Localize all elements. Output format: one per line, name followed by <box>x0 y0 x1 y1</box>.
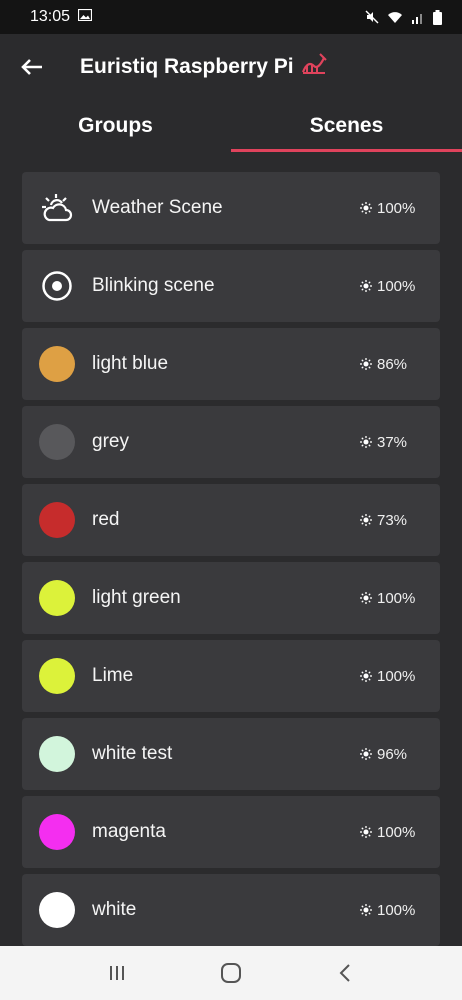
brightness-value: 100% <box>377 667 416 685</box>
scene-name: grey <box>92 431 129 452</box>
scene-brightness: 100% <box>360 200 440 217</box>
recents-icon <box>110 966 124 980</box>
page-title: Euristiq Raspberry Pi <box>80 52 328 82</box>
scene-item-magenta[interactable]: magenta 100% <box>22 796 440 868</box>
sun-icon <box>360 904 372 916</box>
color-swatch <box>39 892 75 928</box>
scene-name: Blinking scene <box>92 275 215 296</box>
sun-icon <box>360 436 372 448</box>
scene-name: red <box>92 509 120 530</box>
brightness-value: 37% <box>377 433 408 451</box>
sun-icon <box>360 670 372 682</box>
brightness-value: 100% <box>377 199 416 217</box>
scene-name: Lime <box>92 665 134 686</box>
brightness-value: 73% <box>377 511 408 529</box>
blinking-icon <box>42 271 72 301</box>
status-time: 13:05 <box>30 8 71 25</box>
brightness-value: 100% <box>377 901 416 919</box>
battery-icon <box>433 9 442 25</box>
home-button[interactable] <box>211 953 251 993</box>
tab-groups[interactable]: Groups <box>0 100 231 152</box>
scene-item-grey[interactable]: grey 37% <box>22 406 440 478</box>
color-swatch <box>39 580 75 616</box>
scene-item-white-test[interactable]: white test 96% <box>22 718 440 790</box>
app-bar: Euristiq Raspberry Pi <box>0 34 462 100</box>
color-swatch <box>39 814 75 850</box>
sun-icon <box>360 826 372 838</box>
scene-item-white[interactable]: white 100% <box>22 874 440 946</box>
color-swatch <box>39 346 75 382</box>
color-swatch <box>39 658 75 694</box>
mute-icon <box>365 10 379 24</box>
color-swatch <box>39 424 75 460</box>
scene-item-light-blue[interactable]: light blue 86% <box>22 328 440 400</box>
system-nav-bar <box>0 946 462 1000</box>
scene-name: white test <box>92 743 173 764</box>
scene-name: light blue <box>92 353 169 374</box>
wifi-icon <box>387 11 403 24</box>
sun-icon <box>360 514 372 526</box>
back-nav-button[interactable] <box>325 953 365 993</box>
signal-icon <box>411 11 425 24</box>
color-swatch <box>39 502 75 538</box>
scene-item-red[interactable]: red 73% <box>22 484 440 556</box>
sun-icon <box>360 358 372 370</box>
recents-button[interactable] <box>97 953 137 993</box>
scene-brightness: 100% <box>360 590 440 607</box>
sun-icon <box>360 280 372 292</box>
brightness-value: 100% <box>377 277 416 295</box>
scene-item-weather[interactable]: Weather Scene 100% <box>22 172 440 244</box>
weather-icon <box>42 194 73 222</box>
color-swatch <box>39 736 75 772</box>
sun-icon <box>360 592 372 604</box>
scene-item-blinking[interactable]: Blinking scene 100% <box>22 250 440 322</box>
brightness-value: 96% <box>377 745 408 763</box>
brightness-value: 100% <box>377 823 416 841</box>
bridge-name: Euristiq Raspberry Pi <box>80 55 294 78</box>
scene-brightness: 100% <box>360 824 440 841</box>
brightness-value: 86% <box>377 355 408 373</box>
scene-item-lime[interactable]: Lime 100% <box>22 640 440 712</box>
home-icon <box>221 963 241 983</box>
brightness-value: 100% <box>377 589 416 607</box>
tab-bar: Groups Scenes <box>0 100 462 152</box>
back-button[interactable] <box>0 34 64 100</box>
scene-name: light green <box>92 587 181 608</box>
image-notification-icon <box>77 8 93 26</box>
scene-brightness: 100% <box>360 278 440 295</box>
scene-brightness: 37% <box>360 434 440 451</box>
tab-scenes[interactable]: Scenes <box>231 100 462 152</box>
sun-icon <box>360 202 372 214</box>
arrow-left-icon <box>21 59 42 75</box>
scene-name: white <box>92 899 137 920</box>
scene-item-light-green[interactable]: light green 100% <box>22 562 440 634</box>
scene-brightness: 100% <box>360 668 440 685</box>
scene-name: magenta <box>92 821 166 842</box>
scene-name: Weather Scene <box>92 197 223 218</box>
sun-icon <box>360 748 372 760</box>
chevron-left-icon <box>339 964 350 982</box>
scene-list[interactable]: Weather Scene 100% Blinking scene 100% l… <box>0 152 462 946</box>
scene-brightness: 96% <box>360 746 440 763</box>
scene-brightness: 86% <box>360 356 440 373</box>
bridge-disconnected-icon <box>300 52 328 82</box>
scene-brightness: 73% <box>360 512 440 529</box>
status-bar: 13:05 <box>0 0 462 34</box>
scene-brightness: 100% <box>360 902 440 919</box>
